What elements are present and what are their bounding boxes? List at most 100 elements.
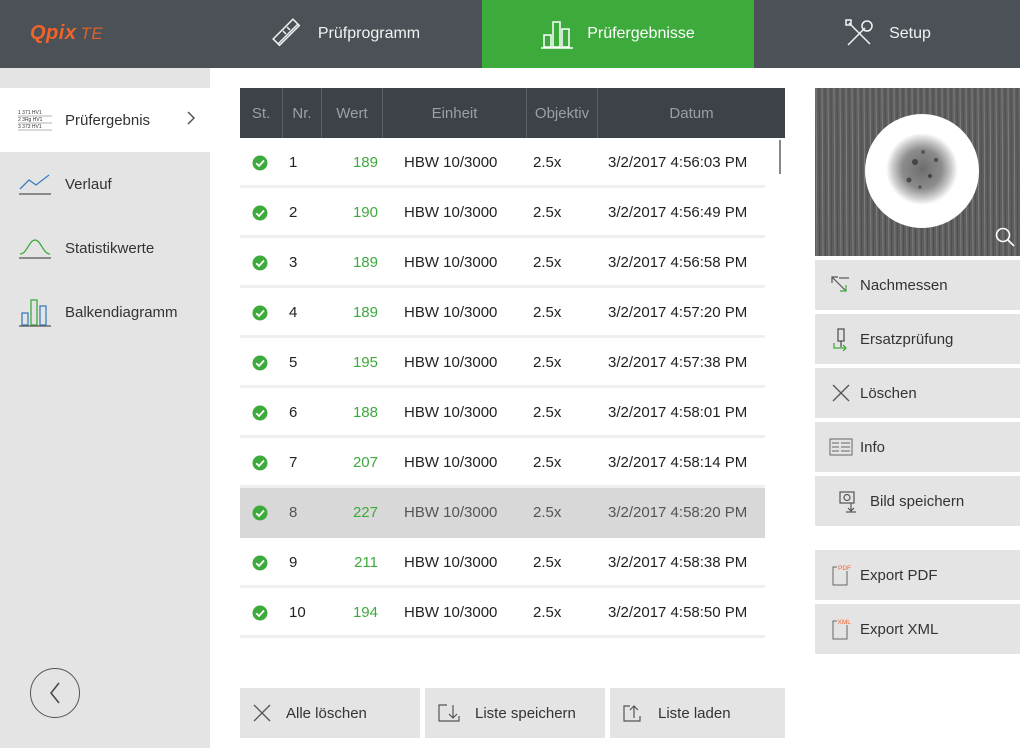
column-header-st[interactable]: St. [240,88,283,138]
cell-datum: 3/2/2017 4:57:38 PM [608,354,748,371]
export-xml-button[interactable]: XML Export XML [815,604,1020,654]
table-row[interactable]: 2 190 HBW 10/3000 2.5x 3/2/2017 4:56:49 PM [240,188,765,238]
cell-objektiv: 2.5x [533,354,562,371]
sidebar-item-statistikwerte[interactable]: Statistikwerte [0,216,210,280]
delete-all-button[interactable]: Alle löschen [240,688,420,738]
tab-pruefergebnisse[interactable]: Prüfergebnisse [482,0,754,68]
table-row[interactable]: 8 227 HBW 10/3000 2.5x 3/2/2017 4:58:20 PM [240,488,765,538]
save-image-button[interactable]: Bild speichern [815,476,1020,526]
sidebar: 1 371 HV1 2 3Rg HV1 3 373 HV1 Prüfergebn… [0,68,210,748]
ruler-pencil-icon [271,18,301,47]
delete-button[interactable]: Löschen [815,368,1020,418]
cell-objektiv: 2.5x [533,154,562,171]
status-ok-icon [252,188,272,238]
table-row[interactable]: 1 189 HBW 10/3000 2.5x 3/2/2017 4:56:03 PM [240,138,765,188]
cell-einheit: HBW 10/3000 [404,254,498,271]
button-label: Löschen [860,384,917,402]
column-header-wert[interactable]: Wert [322,88,383,138]
logo-text: Qpix [30,22,77,44]
export-pdf-button[interactable]: PDF Export PDF [815,550,1020,600]
column-header-nr[interactable]: Nr. [283,88,322,138]
save-list-icon [438,704,460,722]
cell-einheit: HBW 10/3000 [404,504,498,521]
save-list-button[interactable]: Liste speichern [425,688,605,738]
remeasure-icon [821,274,861,296]
cell-datum: 3/2/2017 4:58:38 PM [608,554,748,571]
back-button[interactable] [30,668,80,718]
button-label: Liste laden [658,704,731,722]
table-row[interactable]: 4 189 HBW 10/3000 2.5x 3/2/2017 4:57:20 PM [240,288,765,338]
sidebar-item-label: Verlauf [65,175,112,193]
indentation-image-thumbnail[interactable] [815,88,1020,256]
table-row[interactable]: 3 189 HBW 10/3000 2.5x 3/2/2017 4:56:58 PM [240,238,765,288]
cell-wert: 188 [352,404,378,421]
chevron-left-icon [50,682,60,704]
status-ok-icon [252,488,272,538]
info-doc-icon [821,438,861,456]
cell-datum: 3/2/2017 4:58:14 PM [608,454,748,471]
table-row[interactable]: 10 194 HBW 10/3000 2.5x 3/2/2017 4:58:50 PM [240,588,765,638]
cell-objektiv: 2.5x [533,204,562,221]
cell-einheit: HBW 10/3000 [404,604,498,621]
cell-datum: 3/2/2017 4:56:58 PM [608,254,748,271]
info-button[interactable]: Info [815,422,1020,472]
cell-objektiv: 2.5x [533,504,562,521]
status-ok-icon [252,588,272,638]
bell-curve-icon [18,236,52,260]
cell-wert: 227 [352,504,378,521]
cell-nr: 6 [289,404,298,421]
button-label: Bild speichern [870,492,965,510]
cell-einheit: HBW 10/3000 [404,554,498,571]
indentation-image [815,88,1020,256]
tab-label: Prüfprogramm [317,25,421,42]
xml-icon: XML [821,617,861,641]
results-table-header: St. Nr. Wert Einheit Objektiv Datum [240,88,785,138]
status-ok-icon [252,388,272,438]
sidebar-item-balkendiagramm[interactable]: Balkendiagramm [0,280,210,344]
load-list-button[interactable]: Liste laden [610,688,785,738]
cell-nr: 1 [289,154,298,171]
zoom-icon[interactable] [994,226,1016,248]
button-label: Ersatzprüfung [860,330,954,348]
cell-wert: 189 [352,304,378,321]
close-icon [821,383,861,403]
tab-pruefprogramm[interactable]: Prüfprogramm [210,0,482,68]
table-row[interactable]: 7 207 HBW 10/3000 2.5x 3/2/2017 4:58:14 PM [240,438,765,488]
cell-objektiv: 2.5x [533,554,562,571]
cell-nr: 2 [289,204,298,221]
load-list-icon [623,705,641,722]
column-header-einheit[interactable]: Einheit [383,88,527,138]
cell-einheit: HBW 10/3000 [404,204,498,221]
logo-suffix: TE [80,24,104,43]
column-header-datum[interactable]: Datum [598,88,785,138]
tools-icon [845,19,873,46]
cell-wert: 190 [352,204,378,221]
cell-wert: 207 [352,454,378,471]
remeasure-button[interactable]: Nachmessen [815,260,1020,310]
tab-setup[interactable]: Setup [754,0,1020,68]
column-header-objektiv[interactable]: Objektiv [527,88,598,138]
table-row[interactable]: 9 211 HBW 10/3000 2.5x 3/2/2017 4:58:38 PM [240,538,765,588]
pdf-icon: PDF [821,563,861,587]
status-ok-icon [252,138,272,188]
close-icon [253,704,271,722]
sidebar-item-pruefergebnis[interactable]: 1 371 HV1 2 3Rg HV1 3 373 HV1 Prüfergebn… [0,88,210,152]
button-label: Nachmessen [860,276,948,294]
sidebar-item-verlauf[interactable]: Verlauf [0,152,210,216]
table-row[interactable]: 6 188 HBW 10/3000 2.5x 3/2/2017 4:58:01 PM [240,388,765,438]
button-label: Info [860,438,886,456]
cell-einheit: HBW 10/3000 [404,354,498,371]
cell-datum: 3/2/2017 4:56:49 PM [608,204,748,221]
table-scrollbar[interactable] [779,140,781,174]
cell-datum: 3/2/2017 4:57:20 PM [608,304,748,321]
cell-nr: 9 [289,554,298,571]
result-icon-text: 2 3Rg HV1 [18,117,43,123]
table-row[interactable]: 5 195 HBW 10/3000 2.5x 3/2/2017 4:57:38 PM [240,338,765,388]
sidebar-item-label: Balkendiagramm [65,303,178,321]
app-logo: Qpix TE [30,22,103,45]
cell-nr: 7 [289,454,298,471]
result-icon-text: 3 373 HV1 [18,124,42,130]
cell-nr: 5 [289,354,298,371]
cell-nr: 4 [289,304,298,321]
replacement-test-button[interactable]: Ersatzprüfung [815,314,1020,364]
